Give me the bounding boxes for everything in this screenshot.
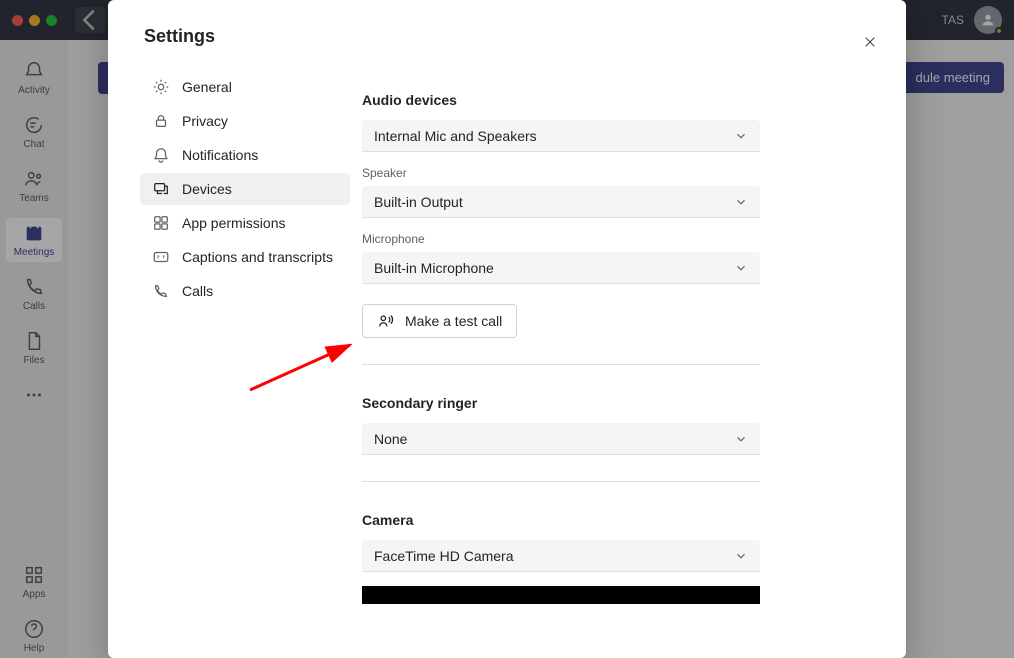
chevron-down-icon bbox=[734, 432, 748, 446]
select-value: FaceTime HD Camera bbox=[374, 548, 514, 564]
settings-modal: Settings General Privacy Notifications D… bbox=[108, 0, 906, 658]
select-value: Built-in Output bbox=[374, 194, 463, 210]
settings-title: Settings bbox=[140, 26, 350, 47]
button-label: Make a test call bbox=[405, 313, 502, 329]
nav-label: Captions and transcripts bbox=[182, 249, 333, 265]
nav-notifications[interactable]: Notifications bbox=[140, 139, 350, 171]
speaker-label: Speaker bbox=[362, 166, 844, 180]
camera-select[interactable]: FaceTime HD Camera bbox=[362, 540, 760, 572]
microphone-label: Microphone bbox=[362, 232, 844, 246]
speaker-select[interactable]: Built-in Output bbox=[362, 186, 760, 218]
chevron-down-icon bbox=[734, 549, 748, 563]
close-button[interactable] bbox=[858, 30, 882, 54]
select-value: Internal Mic and Speakers bbox=[374, 128, 537, 144]
secondary-ringer-select[interactable]: None bbox=[362, 423, 760, 455]
chevron-down-icon bbox=[734, 261, 748, 275]
test-call-icon bbox=[377, 312, 395, 330]
nav-app-permissions[interactable]: App permissions bbox=[140, 207, 350, 239]
select-value: None bbox=[374, 431, 407, 447]
nav-calls[interactable]: Calls bbox=[140, 275, 350, 307]
nav-label: Calls bbox=[182, 283, 213, 299]
nav-privacy[interactable]: Privacy bbox=[140, 105, 350, 137]
audio-devices-heading: Audio devices bbox=[362, 92, 844, 108]
nav-label: Devices bbox=[182, 181, 232, 197]
camera-heading: Camera bbox=[362, 512, 844, 528]
nav-captions[interactable]: Captions and transcripts bbox=[140, 241, 350, 273]
microphone-select[interactable]: Built-in Microphone bbox=[362, 252, 760, 284]
make-test-call-button[interactable]: Make a test call bbox=[362, 304, 517, 338]
redacted-preview bbox=[362, 586, 760, 604]
chevron-down-icon bbox=[734, 129, 748, 143]
nav-label: Privacy bbox=[182, 113, 228, 129]
chevron-down-icon bbox=[734, 195, 748, 209]
nav-label: Notifications bbox=[182, 147, 258, 163]
nav-general[interactable]: General bbox=[140, 71, 350, 103]
divider bbox=[362, 364, 760, 365]
settings-nav: General Privacy Notifications Devices Ap… bbox=[140, 71, 350, 307]
audio-devices-select[interactable]: Internal Mic and Speakers bbox=[362, 120, 760, 152]
secondary-ringer-heading: Secondary ringer bbox=[362, 395, 844, 411]
nav-devices[interactable]: Devices bbox=[140, 173, 350, 205]
nav-label: App permissions bbox=[182, 215, 286, 231]
nav-label: General bbox=[182, 79, 232, 95]
select-value: Built-in Microphone bbox=[374, 260, 494, 276]
divider bbox=[362, 481, 760, 482]
